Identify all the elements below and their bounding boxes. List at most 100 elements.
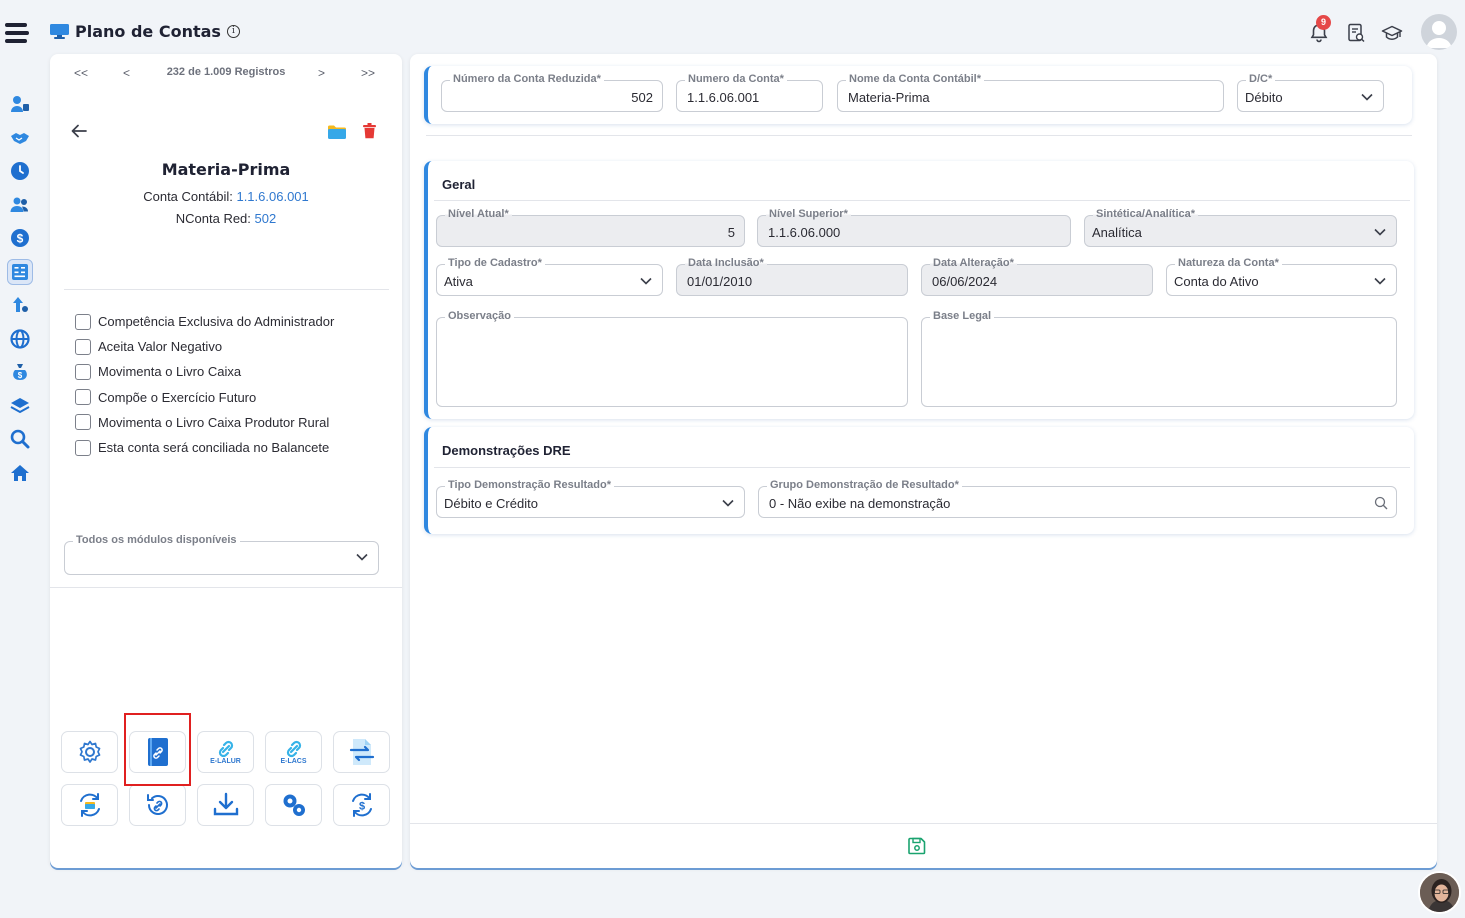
modules-select[interactable]: Todos os módulos disponíveis: [64, 534, 379, 575]
conta-reduzida-label: Número da Conta Reduzida*: [450, 73, 604, 85]
tipo-cadastro-select[interactable]: Tipo de Cadastro* Ativa: [436, 257, 663, 296]
divider: [434, 200, 1410, 201]
chevron-down-icon[interactable]: [356, 553, 368, 561]
checkbox[interactable]: [75, 363, 91, 380]
chevron-down-icon[interactable]: [722, 499, 734, 507]
advanced-settings-button[interactable]: [265, 784, 322, 826]
page-header: Plano de Contas i: [50, 22, 240, 41]
menu-icon[interactable]: [5, 23, 29, 47]
nome-conta-value: Materia-Prima: [848, 90, 930, 105]
base-legal-textarea[interactable]: Base Legal: [921, 310, 1397, 407]
clock-icon[interactable]: [8, 159, 32, 183]
data-inclusao-label: Data Inclusão*: [685, 257, 767, 269]
conta-contabil-line: Conta Contábil: 1.1.6.06.001: [50, 189, 402, 204]
chevron-down-icon[interactable]: [1374, 277, 1386, 285]
currency-refresh-button[interactable]: $: [333, 784, 390, 826]
numero-conta-value: 1.1.6.06.001: [687, 90, 760, 105]
account-identity-section: Número da Conta Reduzida* 502 Numero da …: [424, 66, 1412, 124]
grupo-demonstracao-label: Grupo Demonstração de Resultado*: [767, 479, 962, 491]
settings-button[interactable]: [61, 731, 118, 773]
home-icon[interactable]: [8, 461, 32, 485]
checkbox-row[interactable]: Compõe o Exercício Futuro: [75, 385, 334, 410]
user-card-icon[interactable]: [8, 92, 32, 116]
folder-icon[interactable]: [327, 124, 347, 140]
observacao-textarea[interactable]: Observação: [436, 310, 908, 407]
nome-conta-field[interactable]: Nome da Conta Contábil* Materia-Prima: [837, 73, 1224, 112]
nome-conta-label: Nome da Conta Contábil*: [846, 73, 985, 85]
back-arrow-icon[interactable]: [70, 122, 88, 140]
save-icon[interactable]: [907, 836, 927, 856]
e-lacs-button[interactable]: E-LACS: [265, 731, 322, 773]
e-lalur-button[interactable]: E-LALUR: [197, 731, 254, 773]
users-icon[interactable]: [8, 193, 32, 217]
highlight-box: [124, 713, 191, 786]
sintetica-analitica-select[interactable]: Sintética/Analítica* Analítica: [1084, 208, 1397, 247]
checkbox-label: Movimenta o Livro Caixa Produtor Rural: [98, 414, 330, 430]
checkbox-row[interactable]: Movimenta o Livro Caixa: [75, 359, 334, 384]
checkbox-row[interactable]: Aceita Valor Negativo: [75, 334, 334, 359]
geral-title: Geral: [442, 177, 476, 192]
checkbox[interactable]: [75, 389, 91, 406]
checkbox[interactable]: [75, 313, 91, 330]
upload-person-icon[interactable]: [8, 293, 32, 317]
checkbox[interactable]: [75, 439, 91, 456]
e-lalur-label: E-LALUR: [210, 757, 241, 765]
base-legal-label: Base Legal: [930, 310, 995, 322]
restore-link-button[interactable]: [129, 784, 186, 826]
nivel-atual-label: Nível Atual*: [445, 208, 512, 220]
checkbox[interactable]: [75, 414, 91, 431]
record-count: 232 de 1.009 Registros: [166, 66, 286, 78]
layers-icon[interactable]: [8, 394, 32, 418]
account-name: Materia-Prima: [161, 160, 291, 179]
info-icon[interactable]: i: [226, 25, 240, 38]
natureza-conta-select[interactable]: Natureza da Conta* Conta do Ativo: [1166, 257, 1397, 296]
grupo-demonstracao-field[interactable]: Grupo Demonstração de Resultado* 0 - Não…: [758, 479, 1397, 518]
conta-reduzida-value: 502: [631, 90, 653, 105]
nivel-atual-value: 5: [727, 225, 735, 240]
assistant-avatar[interactable]: [1418, 871, 1461, 914]
search-icon[interactable]: [8, 427, 32, 451]
gear-icon: [79, 740, 100, 763]
tipo-demonstracao-select[interactable]: Tipo Demonstração Resultado* Débito e Cr…: [436, 479, 745, 518]
checkbox-row[interactable]: Competência Exclusiva do Administrador: [75, 309, 334, 334]
chevron-down-icon[interactable]: [640, 277, 652, 285]
conta-reduzida-field[interactable]: Número da Conta Reduzida* 502: [441, 73, 663, 112]
graduation-cap-icon[interactable]: [1381, 22, 1403, 44]
refresh-folder-button[interactable]: [61, 784, 118, 826]
checkbox-row[interactable]: Esta conta será conciliada no Balancete: [75, 435, 334, 460]
account-flags: Competência Exclusiva do Administrador A…: [75, 309, 334, 460]
next-record-button[interactable]: >: [318, 66, 325, 80]
chevron-down-icon[interactable]: [1374, 228, 1386, 236]
divider: [50, 587, 402, 588]
download-button[interactable]: [197, 784, 254, 826]
checkbox-label: Esta conta será conciliada no Balancete: [98, 440, 330, 456]
download-icon: [213, 792, 238, 816]
link-icon: [286, 740, 301, 757]
handshake-icon[interactable]: [8, 126, 32, 150]
data-inclusao-value: 01/01/2010: [687, 274, 753, 289]
report-search-icon[interactable]: [1345, 22, 1367, 44]
checkbox[interactable]: [75, 338, 91, 355]
currency-refresh-icon: $: [351, 793, 372, 817]
dc-select[interactable]: D/C* Débito: [1237, 73, 1384, 112]
sintetica-analitica-label: Sintética/Analítica*: [1093, 208, 1199, 220]
transfer-file-button[interactable]: [333, 731, 390, 773]
tipo-demonstracao-label: Tipo Demonstração Resultado*: [445, 479, 614, 491]
numero-conta-field[interactable]: Numero da Conta* 1.1.6.06.001: [676, 73, 823, 112]
divider: [64, 289, 389, 290]
chevron-down-icon[interactable]: [1361, 93, 1373, 101]
previous-record-button[interactable]: <: [123, 66, 130, 80]
first-record-button[interactable]: <<: [74, 66, 88, 80]
accounting-plan-icon[interactable]: [7, 258, 33, 285]
checkbox-row[interactable]: Movimenta o Livro Caixa Produtor Rural: [75, 410, 334, 435]
dre-title: Demonstrações DRE: [442, 443, 571, 458]
user-avatar[interactable]: [1421, 14, 1457, 50]
search-icon[interactable]: [1374, 496, 1388, 510]
globe-icon[interactable]: [8, 327, 32, 351]
dollar-icon[interactable]: $: [8, 226, 32, 250]
refresh-folder-icon: [79, 793, 100, 817]
dc-label: D/C*: [1246, 73, 1276, 85]
trash-icon[interactable]: [363, 123, 376, 139]
last-record-button[interactable]: >>: [361, 66, 375, 80]
money-bag-icon[interactable]: $: [8, 360, 32, 384]
